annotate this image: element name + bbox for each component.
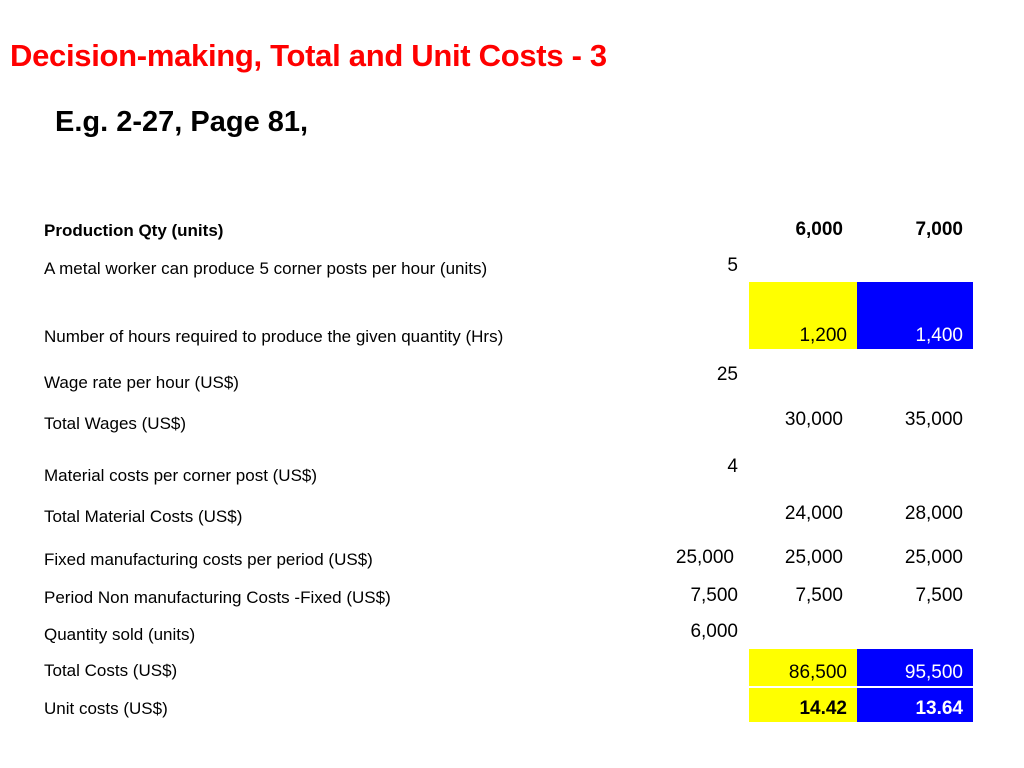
qty-sold-label: Quantity sold (units) <box>44 625 196 644</box>
fixed-mfg-7000: 25,000 <box>904 547 963 568</box>
fixed-mfg-6000: 25,000 <box>784 547 843 568</box>
slide-title: Decision-making, Total and Unit Costs - … <box>10 38 607 73</box>
wage-rate-value: 25 <box>716 364 738 385</box>
production-qty-7000: 7,000 <box>915 219 963 240</box>
slide-subtitle: E.g. 2-27, Page 81, <box>55 106 309 138</box>
total-costs-6000-value: 86,500 <box>788 662 847 683</box>
unit-costs-7000-cell: 13.64 <box>857 688 973 722</box>
non-mfg-7000: 7,500 <box>915 585 963 606</box>
material-cost-value: 4 <box>727 456 738 477</box>
fixed-mfg-a: 25,000 <box>675 547 734 568</box>
unit-costs-7000-value: 13.64 <box>915 698 963 719</box>
fixed-mfg-label: Fixed manufacturing costs per period (US… <box>44 550 373 569</box>
non-mfg-label: Period Non manufacturing Costs -Fixed (U… <box>44 588 391 607</box>
total-material-label: Total Material Costs (US$) <box>44 507 243 526</box>
total-wages-label: Total Wages (US$) <box>44 414 187 433</box>
posts-per-hour-label: A metal worker can produce 5 corner post… <box>44 259 488 278</box>
unit-costs-6000-value: 14.42 <box>799 698 847 719</box>
hours-required-label: Number of hours required to produce the … <box>44 327 504 346</box>
total-costs-7000-value: 95,500 <box>904 662 963 683</box>
total-costs-label: Total Costs (US$) <box>44 661 178 680</box>
unit-costs-6000-cell: 14.42 <box>749 688 857 722</box>
hours-7000-value: 1,400 <box>915 325 963 346</box>
production-qty-label: Production Qty (units) <box>44 221 224 240</box>
production-qty-6000: 6,000 <box>795 219 843 240</box>
total-material-7000: 28,000 <box>904 503 963 524</box>
unit-costs-label: Unit costs (US$) <box>44 699 168 718</box>
hours-6000-cell: 1,200 <box>749 282 857 349</box>
material-cost-label: Material costs per corner post (US$) <box>44 466 318 485</box>
total-wages-6000: 30,000 <box>784 409 843 430</box>
hours-7000-cell: 1,400 <box>857 282 973 349</box>
total-costs-6000-cell: 86,500 <box>749 649 857 686</box>
hours-6000-value: 1,200 <box>799 325 847 346</box>
qty-sold-value: 6,000 <box>690 621 738 642</box>
total-costs-7000-cell: 95,500 <box>857 649 973 686</box>
total-material-6000: 24,000 <box>784 503 843 524</box>
wage-rate-label: Wage rate per hour (US$) <box>44 373 239 392</box>
total-wages-7000: 35,000 <box>904 409 963 430</box>
posts-per-hour-value: 5 <box>727 255 738 276</box>
non-mfg-a: 7,500 <box>690 585 738 606</box>
non-mfg-6000: 7,500 <box>795 585 843 606</box>
